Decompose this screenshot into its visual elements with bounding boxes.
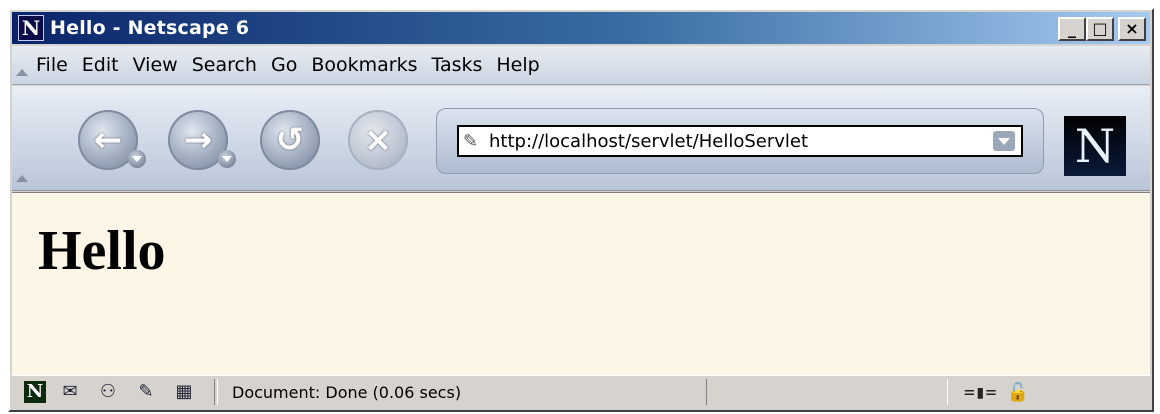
- online-connection-icon[interactable]: =▮=: [964, 382, 997, 403]
- window-controls: _ □ ×: [1058, 17, 1146, 41]
- browser-window: N Hello - Netscape 6 _ □ × File Edit Vie…: [8, 8, 1154, 412]
- reload-button[interactable]: ↺: [260, 110, 320, 170]
- menu-view[interactable]: View: [133, 54, 178, 76]
- menu-search[interactable]: Search: [192, 54, 257, 76]
- menu-tasks[interactable]: Tasks: [431, 54, 482, 76]
- maximize-button[interactable]: □: [1086, 17, 1114, 41]
- mail-icon[interactable]: ✉: [56, 381, 84, 403]
- status-progress-panel: [706, 379, 948, 405]
- instant-messenger-icon[interactable]: ⚇: [94, 381, 122, 403]
- url-history-dropdown-icon[interactable]: [993, 131, 1015, 151]
- url-bar-frame: ✎ http://localhost/servlet/HelloServlet: [436, 108, 1044, 174]
- window-title: Hello - Netscape 6: [50, 17, 250, 39]
- menu-help[interactable]: Help: [496, 54, 539, 76]
- page-proxy-icon[interactable]: ✎: [463, 131, 489, 152]
- menubar-grip-icon[interactable]: [12, 46, 28, 84]
- close-button[interactable]: ×: [1118, 17, 1146, 41]
- minimize-button[interactable]: _: [1058, 17, 1086, 41]
- forward-history-dropdown-icon[interactable]: [218, 150, 236, 168]
- composer-icon[interactable]: ✎: [132, 381, 160, 403]
- menu-file[interactable]: File: [36, 54, 68, 76]
- status-right-icons: =▮= 🔓: [954, 382, 1029, 403]
- status-separator: [214, 379, 218, 405]
- page-content: Hello: [12, 192, 1150, 377]
- title-bar[interactable]: N Hello - Netscape 6 _ □ ×: [12, 12, 1150, 44]
- netscape-component-icon[interactable]: N: [24, 381, 46, 403]
- menu-bookmarks[interactable]: Bookmarks: [311, 54, 417, 76]
- stop-button[interactable]: ×: [348, 110, 408, 170]
- status-text: Document: Done (0.06 secs): [232, 382, 462, 402]
- toolbar-grip-icon[interactable]: [12, 86, 28, 190]
- page-heading: Hello: [38, 220, 166, 282]
- url-text[interactable]: http://localhost/servlet/HelloServlet: [489, 131, 808, 152]
- address-book-icon[interactable]: ▦: [170, 381, 198, 403]
- menu-bar: File Edit View Search Go Bookmarks Tasks…: [12, 46, 1150, 85]
- netscape-app-icon: N: [18, 15, 44, 41]
- status-bar: N ✉ ⚇ ✎ ▦ Document: Done (0.06 secs) =▮=…: [12, 375, 1150, 408]
- url-bar[interactable]: ✎ http://localhost/servlet/HelloServlet: [457, 125, 1023, 157]
- menu-edit[interactable]: Edit: [82, 54, 119, 76]
- netscape-throbber-logo[interactable]: N: [1064, 116, 1126, 176]
- reload-icon: ↺: [275, 120, 305, 160]
- menu-go[interactable]: Go: [271, 54, 297, 76]
- back-history-dropdown-icon[interactable]: [128, 150, 146, 168]
- navigation-toolbar: ← → ↺ × ✎ http://localhost/servlet/Hello…: [12, 86, 1150, 191]
- security-lock-icon[interactable]: 🔓: [1007, 382, 1029, 403]
- stop-icon: ×: [363, 120, 393, 160]
